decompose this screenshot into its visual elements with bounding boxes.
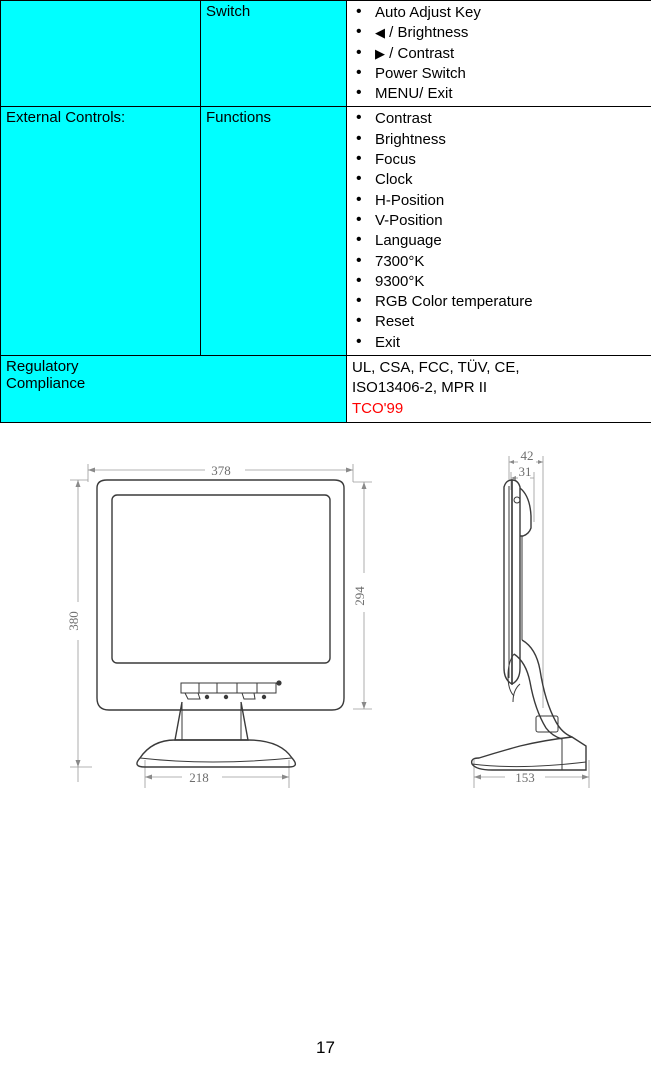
cell-items-functions: Contrast Brightness Focus Clock H-Positi…: [346, 106, 651, 357]
monitor-side-view: 42 31 153: [470, 448, 590, 788]
front-screen-area: [111, 494, 331, 664]
list-item: Focus: [347, 149, 651, 170]
dim-base-depth-153: 153: [473, 760, 590, 788]
dim-height-380: 380: [66, 479, 92, 768]
list-item: Clock: [347, 169, 651, 190]
cell-category-blank: [0, 0, 201, 108]
regulatory-line-3-tco: TCO'99: [352, 399, 404, 417]
drawings-svg: .ln { fill:none; stroke:#3a3a3a; stroke-…: [66, 448, 590, 788]
side-stand-neck-outer: [521, 639, 573, 738]
dim-base-width-218: 218: [77, 760, 290, 788]
side-panel-front: [511, 479, 521, 686]
page-number: 17: [316, 1038, 335, 1057]
right-triangle-icon: ▶: [375, 46, 385, 62]
regulatory-line-2: ISO13406-2, MPR II: [352, 379, 488, 397]
list-item: V-Position: [347, 210, 651, 231]
front-stand-neck: [174, 701, 249, 741]
list-item-label: Power Switch: [375, 64, 466, 82]
list-item: Contrast: [347, 108, 651, 129]
dim-label-218: 218: [189, 770, 209, 785]
dim-label-378: 378: [211, 463, 231, 478]
list-item: RGB Color temperature: [347, 291, 651, 312]
list-item: 9300°K: [347, 271, 651, 292]
regulatory-line-1: UL, CSA, FCC, TÜV, CE,: [352, 359, 520, 377]
dim-label-294: 294: [352, 586, 367, 606]
list-item: Auto Adjust Key: [347, 2, 651, 23]
list-item-label: Focus: [375, 151, 416, 169]
monitor-front-view: 378 380 294 218: [66, 463, 372, 788]
list-item-label: V-Position: [375, 211, 443, 229]
list-item-label: H-Position: [375, 191, 445, 209]
side-hinge-dot: [513, 496, 521, 504]
list-item-label: MENU/ Exit: [375, 85, 453, 103]
cell-items-switch: Auto Adjust Key ◀ / Brightness ▶ / Contr…: [346, 0, 651, 108]
side-rear-housing: [519, 487, 532, 537]
list-item-label: RGB Color temperature: [375, 293, 533, 311]
list-item-label: Reset: [375, 313, 415, 331]
list-item-label: 9300°K: [375, 272, 425, 290]
list-item-label: Exit: [375, 333, 401, 351]
specifications-table: Switch Auto Adjust Key ◀ / Brightness ▶ …: [0, 0, 651, 423]
list-item: 7300°K: [347, 251, 651, 272]
subcategory-label-switch: Switch: [206, 3, 251, 20]
dim-label-153: 153: [515, 770, 535, 785]
subcategory-label-functions: Functions: [206, 109, 272, 127]
list-item: Language: [347, 230, 651, 251]
cell-regulatory-values: UL, CSA, FCC, TÜV, CE, ISO13406-2, MPR I…: [346, 355, 651, 423]
front-stand-base: [136, 739, 297, 768]
list-item-label: 7300°K: [375, 252, 425, 270]
list-item: ◀ / Brightness: [347, 22, 651, 43]
cell-category-external-controls: External Controls:: [0, 106, 201, 357]
dim-label-380: 380: [66, 611, 81, 631]
power-led-indicator: [276, 680, 282, 686]
list-item: Power Switch: [347, 63, 651, 84]
dim-panel-height-294: 294: [352, 481, 372, 710]
cell-subcategory-functions: Functions: [200, 106, 347, 357]
regulatory-label: Regulatory Compliance: [6, 358, 86, 393]
front-control-buttons: [180, 680, 282, 700]
cell-regulatory-label: Regulatory Compliance: [0, 355, 347, 423]
table-row-regulatory: Regulatory Compliance UL, CSA, FCC, TÜV,…: [0, 355, 651, 423]
list-item: Reset: [347, 311, 651, 332]
list-item-label: Language: [375, 232, 442, 250]
dim-width-378: 378: [87, 463, 354, 482]
dim-label-42: 42: [521, 448, 534, 463]
control-strip: [180, 682, 277, 694]
table-row-switch: Switch Auto Adjust Key ◀ / Brightness ▶ …: [0, 0, 651, 108]
front-bezel-outline: [96, 479, 345, 711]
category-label-external-controls: External Controls:: [6, 109, 126, 127]
table-row-functions: External Controls: Functions Contrast Br…: [0, 106, 651, 357]
switch-items-list: Auto Adjust Key ◀ / Brightness ▶ / Contr…: [347, 1, 651, 106]
list-item: MENU/ Exit: [347, 83, 651, 104]
list-item-label: Auto Adjust Key: [375, 4, 481, 21]
list-item-label: Contrast: [375, 110, 432, 128]
functions-items-list: Contrast Brightness Focus Clock H-Positi…: [347, 107, 651, 355]
list-item: H-Position: [347, 190, 651, 211]
left-triangle-icon: ◀: [375, 26, 385, 42]
list-item: Brightness: [347, 129, 651, 150]
list-item: ▶ / Contrast: [347, 43, 651, 64]
regulatory-values: UL, CSA, FCC, TÜV, CE, ISO13406-2, MPR I…: [347, 356, 651, 422]
dim-label-31: 31: [519, 464, 532, 479]
cell-subcategory-switch: Switch: [200, 0, 347, 108]
technical-drawings: .ln { fill:none; stroke:#3a3a3a; stroke-…: [0, 440, 651, 840]
list-item-label: / Contrast: [389, 44, 455, 62]
side-stand-neck-inner: [513, 653, 563, 740]
list-item-label: Clock: [375, 171, 413, 189]
side-stand-base: [470, 736, 587, 771]
list-item: Exit: [347, 332, 651, 353]
category-label-blank: [1, 1, 200, 5]
list-item-label: Brightness: [375, 130, 446, 148]
list-item-label: / Brightness: [389, 24, 469, 42]
